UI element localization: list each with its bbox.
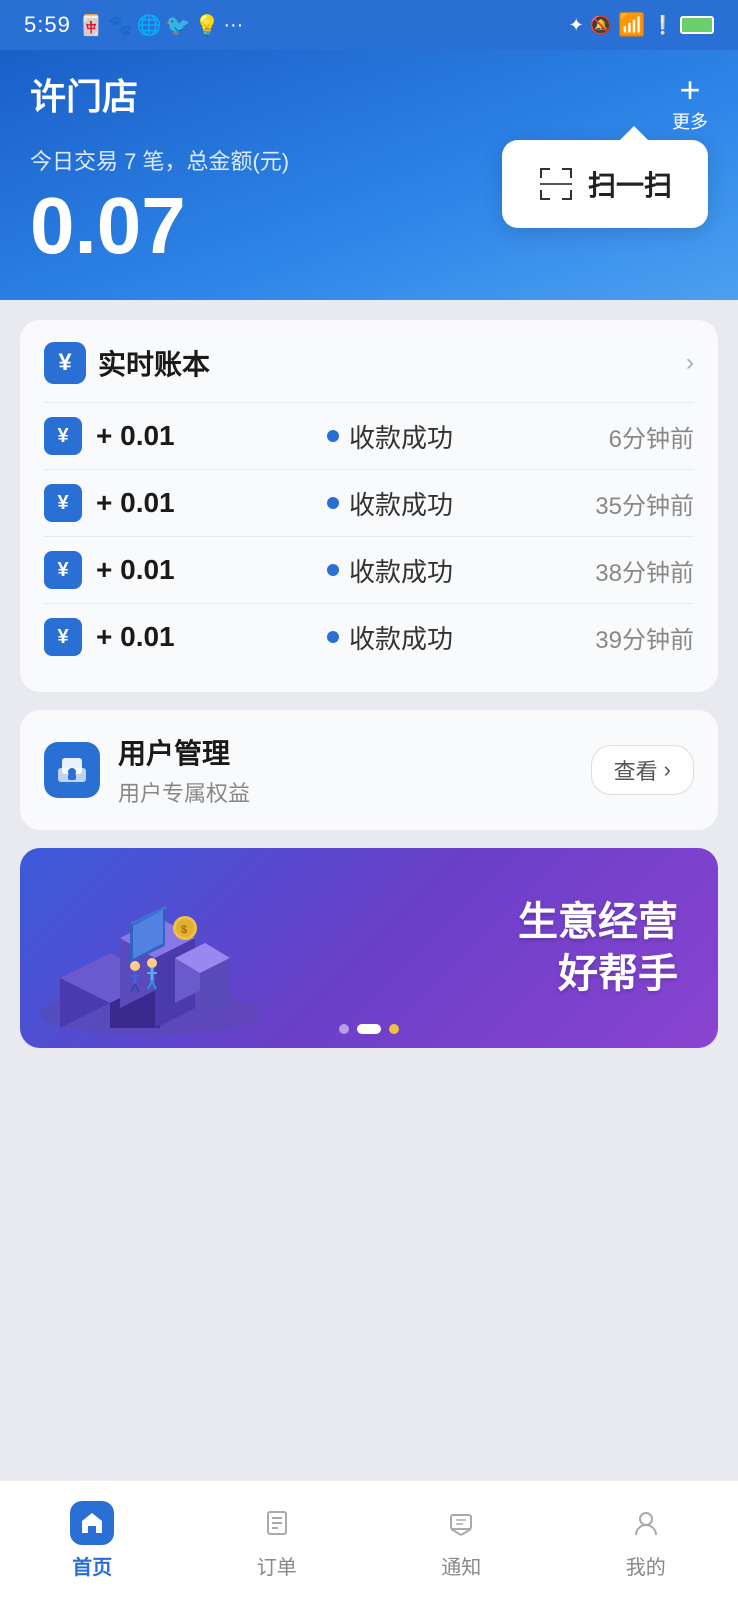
view-label: 查看 xyxy=(614,754,658,786)
user-mgmt-subtitle: 用户专属权益 xyxy=(118,776,573,808)
tx-yuan-icon-4: ¥ xyxy=(44,618,82,656)
status-bar: 5:59 🀄 🐾 🌐 🐦 💡 ··· ✦ 🔕 📶 ❕ xyxy=(0,0,738,50)
banner-dot-1 xyxy=(339,1024,349,1034)
tx-status-group-2: 收款成功 xyxy=(226,485,554,522)
tx-time-2: 35分钟前 xyxy=(554,486,694,521)
banner-dot-2 xyxy=(357,1024,381,1034)
table-row: ¥ + 0.01 收款成功 39分钟前 xyxy=(44,603,694,670)
scan-icon xyxy=(538,166,574,202)
nav-label-orders: 订单 xyxy=(257,1551,297,1580)
tx-dot-1 xyxy=(327,430,339,442)
nav-item-profile[interactable]: 我的 xyxy=(604,1493,688,1588)
bottom-nav: 首页 订单 通知 xyxy=(0,1480,738,1600)
bluetooth-icon: ✦ xyxy=(569,15,584,36)
scan-label: 扫一扫 xyxy=(588,164,672,204)
nav-item-notifications[interactable]: 通知 xyxy=(419,1493,503,1588)
view-chevron-icon: › xyxy=(664,757,671,783)
nav-label-notifications: 通知 xyxy=(441,1551,481,1580)
tx-status-3: 收款成功 xyxy=(349,552,453,589)
status-right-icons: ✦ 🔕 📶 ❕ xyxy=(569,12,714,38)
home-icon xyxy=(70,1501,114,1545)
view-button[interactable]: 查看 › xyxy=(591,745,694,795)
svg-text:$: $ xyxy=(181,924,187,936)
account-header: ¥ 实时账本 › xyxy=(44,342,694,384)
status-app-icons: 🀄 🐾 🌐 🐦 💡 ··· xyxy=(79,13,244,38)
icon4: 🐦 xyxy=(166,13,191,38)
header: 许门店 + 更多 今日交易 7 笔，总金额(元) 0.07 扫一扫 xyxy=(0,50,738,300)
tx-yuan-icon-3: ¥ xyxy=(44,551,82,589)
main-content: ¥ 实时账本 › ¥ + 0.01 收款成功 6分钟前 ¥ + 0.01 收款成… xyxy=(0,300,738,1400)
user-mgmt-icon xyxy=(44,742,100,798)
status-time: 5:59 xyxy=(24,12,71,38)
table-row: ¥ + 0.01 收款成功 6分钟前 xyxy=(44,402,694,469)
tx-status-group-3: 收款成功 xyxy=(226,552,554,589)
account-title-group: ¥ 实时账本 xyxy=(44,342,210,384)
account-chevron-icon[interactable]: › xyxy=(686,349,694,377)
banner[interactable]: $ 生意经营 好帮手 xyxy=(20,848,718,1048)
nav-item-orders[interactable]: 订单 xyxy=(235,1493,319,1588)
orders-icon xyxy=(255,1501,299,1545)
tx-dot-2 xyxy=(327,497,339,509)
tx-amount-3: + 0.01 xyxy=(96,554,226,586)
tx-amount-1: + 0.01 xyxy=(96,420,226,452)
tx-status-group-1: 收款成功 xyxy=(226,418,554,455)
tx-yuan-icon-2: ¥ xyxy=(44,484,82,522)
store-name: 许门店 xyxy=(30,68,138,120)
battery-alert-icon: ❕ xyxy=(652,15,674,36)
header-top: 许门店 + 更多 xyxy=(30,68,708,134)
tx-status-1: 收款成功 xyxy=(349,418,453,455)
tx-yuan-icon-1: ¥ xyxy=(44,417,82,455)
tx-time-4: 39分钟前 xyxy=(554,620,694,655)
tx-amount-2: + 0.01 xyxy=(96,487,226,519)
banner-text-line2: 好帮手 xyxy=(518,948,678,1000)
table-row: ¥ + 0.01 收款成功 38分钟前 xyxy=(44,536,694,603)
yuan-icon: ¥ xyxy=(44,342,86,384)
nav-label-home: 首页 xyxy=(72,1551,112,1580)
tx-time-1: 6分钟前 xyxy=(554,419,694,454)
battery-icon xyxy=(680,16,714,34)
tx-amount-4: + 0.01 xyxy=(96,621,226,653)
scan-popup[interactable]: 扫一扫 xyxy=(502,140,708,228)
icon2: 🐾 xyxy=(108,13,133,38)
icon3: 🌐 xyxy=(137,13,162,38)
tx-status-4: 收款成功 xyxy=(349,619,453,656)
banner-dot-3 xyxy=(389,1024,399,1034)
banner-text: 生意经营 好帮手 xyxy=(518,896,678,1000)
banner-text-line1: 生意经营 xyxy=(518,896,678,948)
account-title: 实时账本 xyxy=(98,343,210,383)
notification-icon xyxy=(439,1501,483,1545)
tx-status-2: 收款成功 xyxy=(349,485,453,522)
nav-label-profile: 我的 xyxy=(626,1551,666,1580)
user-management-card: 用户管理 用户专属权益 查看 › xyxy=(20,710,718,830)
user-mgmt-title: 用户管理 xyxy=(118,732,573,772)
more-button[interactable]: + 更多 xyxy=(672,72,708,134)
status-left: 5:59 🀄 🐾 🌐 🐦 💡 ··· xyxy=(24,12,243,38)
icon1: 🀄 xyxy=(79,13,104,38)
banner-dots xyxy=(339,1024,399,1034)
account-card: ¥ 实时账本 › ¥ + 0.01 收款成功 6分钟前 ¥ + 0.01 收款成… xyxy=(20,320,718,692)
plus-icon: + xyxy=(679,72,700,108)
nav-item-home[interactable]: 首页 xyxy=(50,1493,134,1588)
user-text-group: 用户管理 用户专属权益 xyxy=(118,732,573,808)
tx-dot-4 xyxy=(327,631,339,643)
table-row: ¥ + 0.01 收款成功 35分钟前 xyxy=(44,469,694,536)
tx-dot-3 xyxy=(327,564,339,576)
wifi-icon: 📶 xyxy=(618,12,645,38)
tx-status-group-4: 收款成功 xyxy=(226,619,554,656)
profile-icon xyxy=(624,1501,668,1545)
icon5: 💡 xyxy=(194,13,219,38)
tx-time-3: 38分钟前 xyxy=(554,553,694,588)
mute-icon: 🔕 xyxy=(590,15,612,36)
ellipsis: ··· xyxy=(223,14,243,37)
more-label: 更多 xyxy=(672,108,708,134)
banner-illustration: $ xyxy=(30,858,290,1038)
